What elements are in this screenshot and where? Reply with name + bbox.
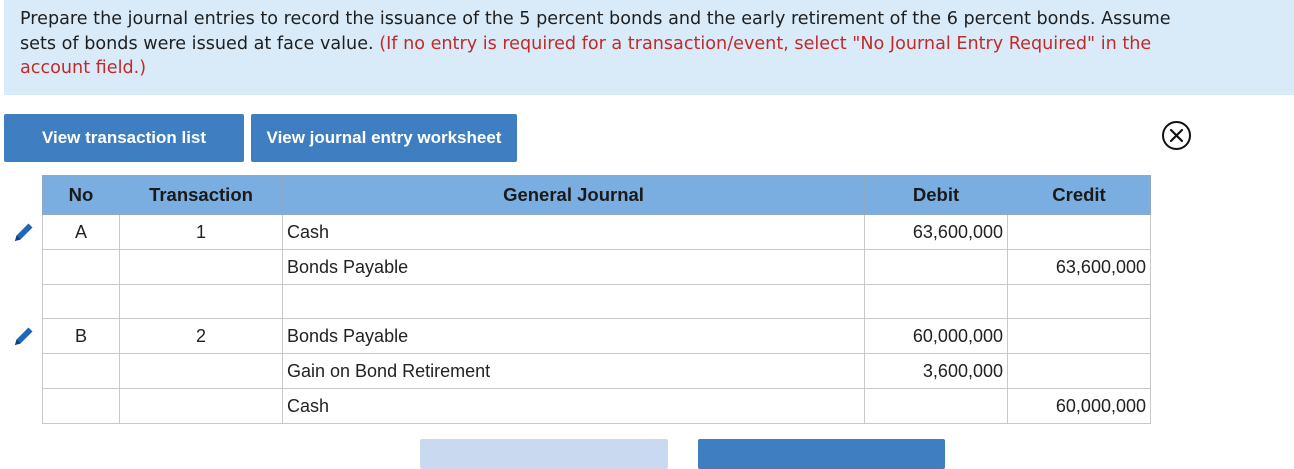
pencil-icon[interactable] xyxy=(11,219,37,245)
header-debit: Debit xyxy=(864,175,1008,215)
previous-requirement-button[interactable] xyxy=(420,439,668,469)
instructions-line-1: Prepare the journal entries to record th… xyxy=(20,9,1171,29)
table-header-row: No Transaction General Journal Debit Cre… xyxy=(42,175,1151,215)
close-circle-icon[interactable] xyxy=(1161,120,1192,151)
cell-transaction: 1 xyxy=(119,214,283,250)
cell-account: Bonds Payable xyxy=(282,249,865,285)
instructions-line-2: sets of bonds were issued at face value.… xyxy=(20,32,1294,57)
table-row xyxy=(42,284,1151,319)
instructions-line-3: account field.) xyxy=(20,58,147,78)
cell-debit xyxy=(864,249,1008,285)
pencil-icon[interactable] xyxy=(11,323,37,349)
cell-debit: 60,000,000 xyxy=(864,318,1008,354)
table-row: Cash 60,000,000 xyxy=(42,388,1151,424)
cell-transaction xyxy=(119,353,283,389)
next-requirement-button[interactable] xyxy=(698,439,945,469)
cell-account: Bonds Payable xyxy=(282,318,865,354)
cell-credit: 60,000,000 xyxy=(1007,388,1151,424)
view-journal-entry-worksheet-button[interactable]: View journal entry worksheet xyxy=(251,114,517,162)
cell-account: Cash xyxy=(282,214,865,250)
cell-transaction xyxy=(119,284,283,319)
cell-credit xyxy=(1007,284,1151,319)
header-credit: Credit xyxy=(1007,175,1151,215)
cell-account xyxy=(282,284,865,319)
table-row: Gain on Bond Retirement 3,600,000 xyxy=(42,353,1151,389)
cell-account: Cash xyxy=(282,388,865,424)
cell-no xyxy=(42,249,120,285)
cell-account: Gain on Bond Retirement xyxy=(282,353,865,389)
instructions-note: (If no entry is required for a transacti… xyxy=(379,33,1152,54)
cell-debit: 63,600,000 xyxy=(864,214,1008,250)
header-no: No xyxy=(42,175,120,215)
cell-debit: 3,600,000 xyxy=(864,353,1008,389)
cell-no xyxy=(42,284,120,319)
journal-table: No Transaction General Journal Debit Cre… xyxy=(42,175,1151,424)
cell-credit: 63,600,000 xyxy=(1007,249,1151,285)
cell-no xyxy=(42,353,120,389)
cell-transaction xyxy=(119,249,283,285)
cell-no xyxy=(42,388,120,424)
table-row: Bonds Payable 63,600,000 xyxy=(42,249,1151,285)
cell-debit xyxy=(864,388,1008,424)
cell-no: B xyxy=(42,318,120,354)
cell-credit xyxy=(1007,318,1151,354)
view-transaction-list-button[interactable]: View transaction list xyxy=(4,114,244,162)
cell-transaction: 2 xyxy=(119,318,283,354)
instructions-text: sets of bonds were issued at face value. xyxy=(20,33,374,54)
header-transaction: Transaction xyxy=(119,175,283,215)
cell-transaction xyxy=(119,388,283,424)
cell-debit xyxy=(864,284,1008,319)
header-general-journal: General Journal xyxy=(282,175,865,215)
cell-credit xyxy=(1007,214,1151,250)
table-row: B 2 Bonds Payable 60,000,000 xyxy=(42,318,1151,354)
cell-credit xyxy=(1007,353,1151,389)
table-row: A 1 Cash 63,600,000 xyxy=(42,214,1151,250)
cell-no: A xyxy=(42,214,120,250)
instructions-panel: Prepare the journal entries to record th… xyxy=(4,0,1294,95)
